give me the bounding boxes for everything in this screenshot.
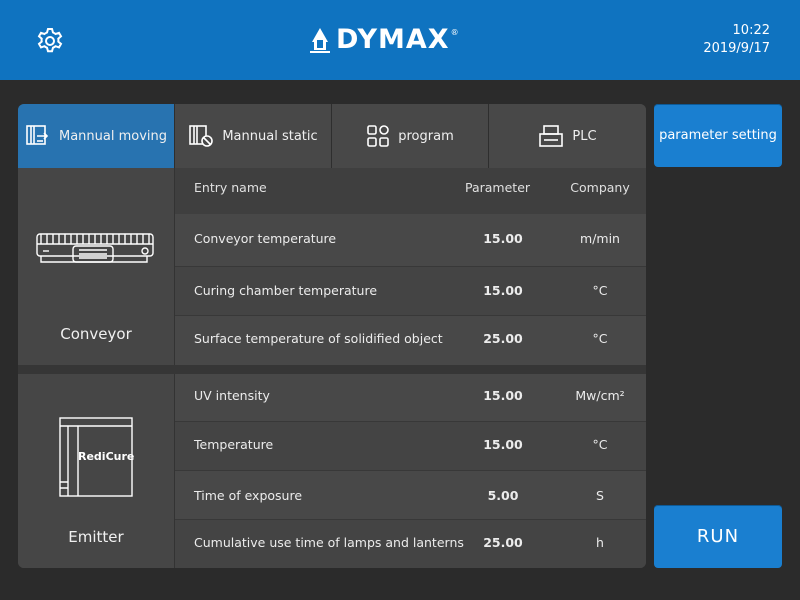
row-name: Temperature: [194, 437, 274, 452]
emitter-section: RediCure Emitter: [18, 374, 175, 568]
row-value[interactable]: 15.00: [455, 214, 551, 264]
row-unit: °C: [592, 437, 608, 452]
row-unit: h: [596, 535, 604, 550]
row-value[interactable]: 25.00: [455, 520, 551, 566]
row-unit: Mw/cm²: [575, 388, 625, 403]
row-name: UV intensity: [194, 388, 270, 403]
row-value[interactable]: 5.00: [455, 471, 551, 521]
table-row[interactable]: Surface temperature of solidified object…: [175, 316, 646, 365]
row-unit: m/min: [580, 231, 620, 246]
table-row[interactable]: Temperature 15.00 °C: [175, 422, 646, 471]
top-bar: DYMAX ® 10:22 2019/9/17: [0, 0, 800, 80]
mode-tabs: Mannual moving Mannual static program PL…: [18, 104, 646, 168]
conveyor-device-icon: [36, 233, 154, 263]
row-name: Cumulative use time of lamps and lantern…: [194, 535, 464, 550]
section-divider: [18, 365, 646, 374]
column-unit: Company: [570, 180, 630, 195]
emitter-label: Emitter: [68, 528, 124, 546]
tab-plc[interactable]: PLC: [489, 104, 646, 168]
row-value[interactable]: 15.00: [455, 422, 551, 468]
row-name: Conveyor temperature: [194, 231, 337, 246]
row-name: Time of exposure: [194, 488, 303, 503]
manual-moving-icon: [26, 125, 49, 145]
tab-manual-static[interactable]: Mannual static: [175, 104, 332, 168]
program-grid-icon: [367, 125, 390, 147]
column-parameter: Parameter: [465, 180, 531, 195]
table-row[interactable]: UV intensity 15.00 Mw/cm²: [175, 374, 646, 422]
tab-manual-moving[interactable]: Mannual moving: [18, 104, 175, 168]
tab-manual-static-label: Mannual static: [222, 128, 318, 144]
parameter-setting-button[interactable]: parameter setting: [654, 104, 782, 167]
plc-icon: [539, 125, 564, 147]
tab-program[interactable]: program: [332, 104, 489, 168]
brand-logo: DYMAX ®: [308, 24, 459, 56]
dymax-logo-icon: [310, 28, 330, 53]
tab-plc-label: PLC: [572, 128, 597, 144]
gear-icon[interactable]: [35, 26, 65, 56]
manual-static-icon: [189, 125, 214, 147]
row-unit: S: [596, 488, 604, 503]
row-value[interactable]: 15.00: [455, 267, 551, 315]
conveyor-section: Conveyor: [18, 168, 175, 365]
clock-date: 2019/9/17: [703, 41, 770, 56]
tab-program-label: program: [398, 128, 454, 144]
tab-manual-moving-label: Mannual moving: [58, 128, 168, 144]
table-row[interactable]: Cumulative use time of lamps and lantern…: [175, 520, 646, 568]
row-value[interactable]: 15.00: [455, 374, 551, 418]
table-row[interactable]: Time of exposure 5.00 S: [175, 471, 646, 520]
row-name: Curing chamber temperature: [194, 283, 378, 298]
table-row[interactable]: Curing chamber temperature 15.00 °C: [175, 267, 646, 316]
run-button[interactable]: RUN: [654, 505, 782, 568]
row-value[interactable]: 25.00: [455, 316, 551, 362]
table-row[interactable]: Conveyor temperature 15.00 m/min: [175, 214, 646, 267]
brand-registered-mark: ®: [450, 28, 459, 37]
main-panel: Mannual moving Mannual static program PL…: [18, 104, 646, 568]
row-unit: °C: [592, 283, 608, 298]
brand-name: DYMAX: [336, 24, 450, 55]
row-unit: °C: [592, 331, 608, 346]
clock-time: 10:22: [732, 23, 770, 38]
table-header: Entry name Parameter Company: [175, 168, 646, 214]
column-entry-name: Entry name: [194, 180, 267, 195]
clock: 10:22 2019/9/17: [703, 22, 770, 58]
row-name: Surface temperature of solidified object: [194, 331, 443, 346]
conveyor-label: Conveyor: [60, 325, 132, 343]
emitter-device-text: RediCure: [78, 450, 135, 463]
